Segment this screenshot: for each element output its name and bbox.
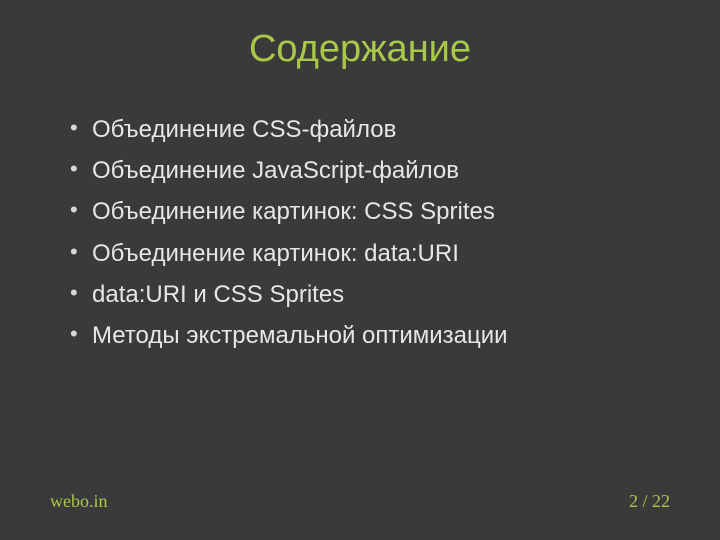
list-item: Объединение CSS-файлов: [70, 111, 670, 148]
slide: Содержание Объединение CSS-файлов Объеди…: [0, 0, 720, 540]
list-item: data:URI и CSS Sprites: [70, 276, 670, 313]
list-item: Объединение JavaScript-файлов: [70, 152, 670, 189]
bullet-list: Объединение CSS-файлов Объединение JavaS…: [70, 111, 670, 354]
footer-site: webo.in: [50, 491, 108, 512]
footer-page-number: 2 / 22: [629, 491, 670, 512]
list-item: Объединение картинок: data:URI: [70, 235, 670, 272]
slide-title: Содержание: [0, 0, 720, 71]
slide-content: Объединение CSS-файлов Объединение JavaS…: [0, 71, 720, 354]
list-item: Объединение картинок: CSS Sprites: [70, 193, 670, 230]
list-item: Методы экстремальной оптимизации: [70, 317, 670, 354]
